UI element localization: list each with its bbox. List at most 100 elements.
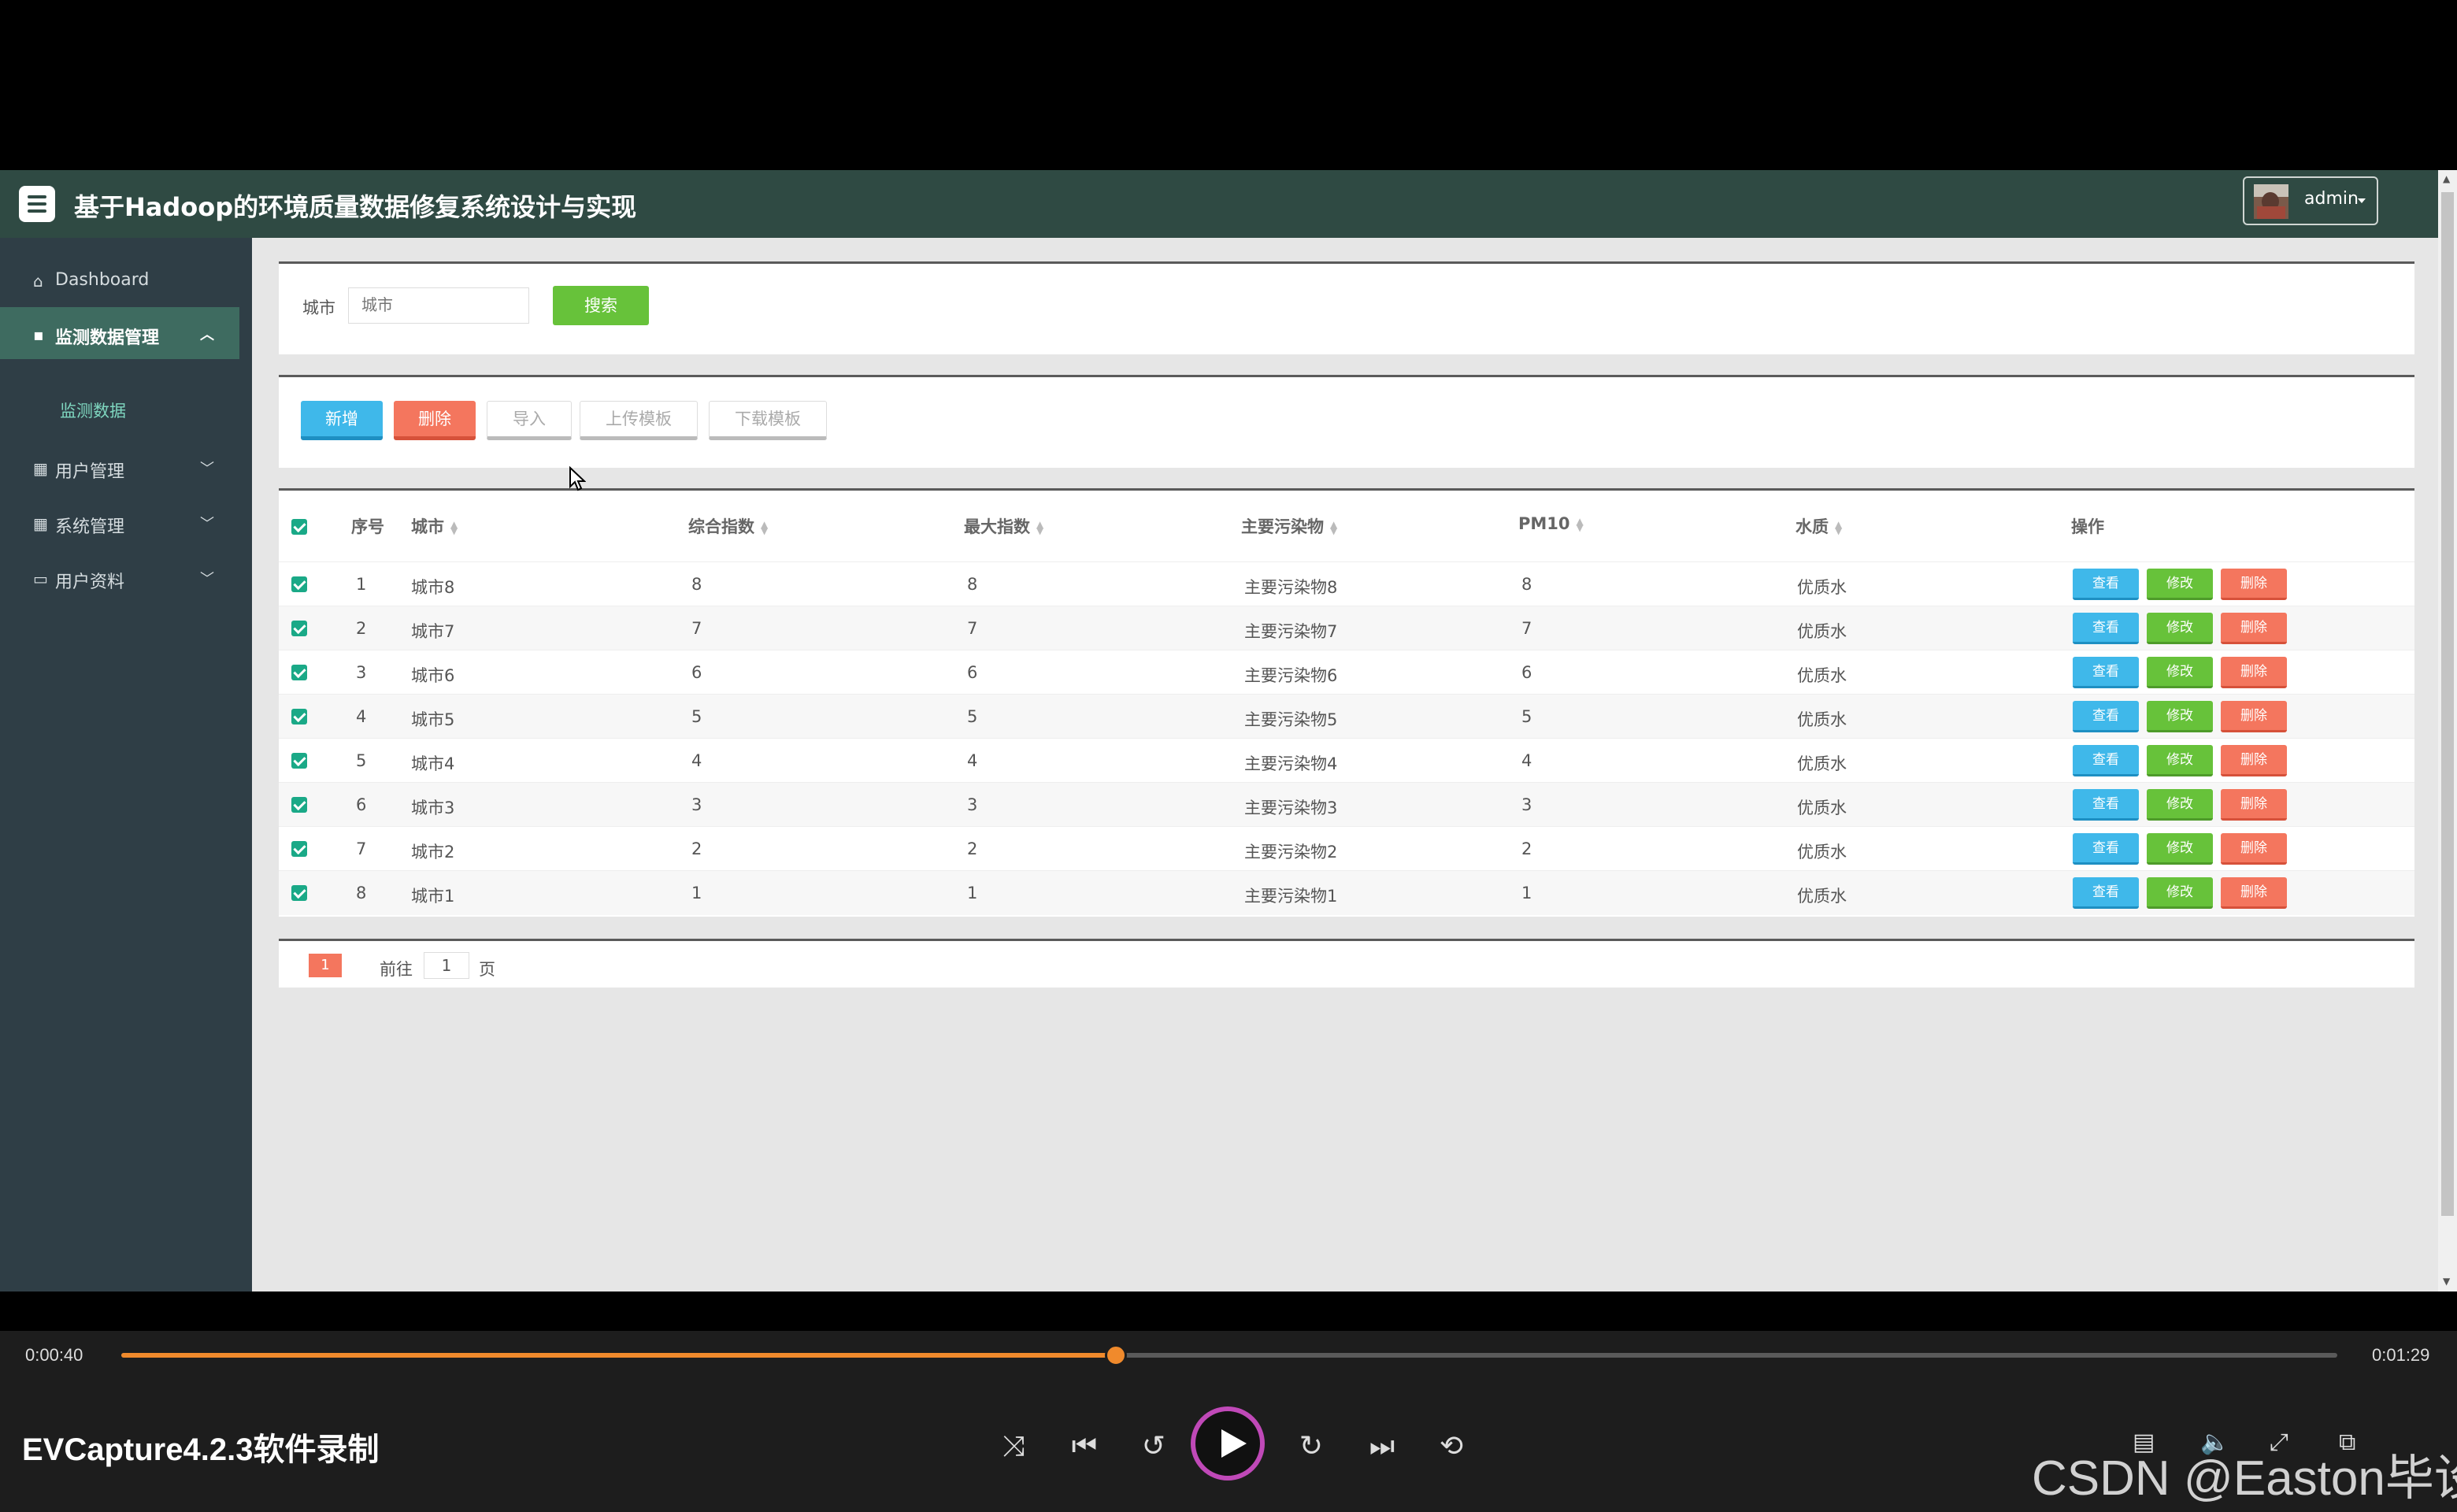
row-edit-button[interactable]: 修改 bbox=[2147, 877, 2213, 909]
cell-pollutant: 主要污染物8 bbox=[1244, 578, 1338, 597]
scroll-up-icon[interactable]: ▲ bbox=[2443, 173, 2450, 184]
sidebar-item-monitoring[interactable]: ▪ 监测数据管理 ︿ bbox=[0, 307, 239, 359]
sidebar-item-users[interactable]: ▦ 用户管理 ﹀ bbox=[0, 441, 239, 493]
row-view-button[interactable]: 查看 bbox=[2073, 833, 2139, 865]
cell-pm10: 3 bbox=[1521, 795, 1532, 814]
cell-city: 城市2 bbox=[411, 843, 455, 862]
sort-icon[interactable]: ▲ ▼ bbox=[450, 520, 458, 536]
sidebar-subitem-monitoring-data[interactable]: 监测数据 bbox=[60, 398, 126, 422]
row-delete-button[interactable]: 删除 bbox=[2221, 657, 2287, 688]
previous-icon[interactable]: ⏮ bbox=[1065, 1430, 1104, 1463]
cell-water: 优质水 bbox=[1797, 754, 1847, 773]
sort-icon[interactable]: ▲ ▼ bbox=[1330, 520, 1337, 536]
next-icon[interactable]: ⏭ bbox=[1362, 1430, 1402, 1463]
delete-button[interactable]: 删除 bbox=[394, 401, 476, 440]
row-edit-button[interactable]: 修改 bbox=[2147, 569, 2213, 600]
row-checkbox[interactable] bbox=[291, 841, 307, 857]
row-edit-button[interactable]: 修改 bbox=[2147, 701, 2213, 732]
row-edit-button[interactable]: 修改 bbox=[2147, 657, 2213, 688]
column-header-max[interactable]: 最大指数 ▲ ▼ bbox=[964, 514, 1043, 538]
scroll-down-icon[interactable]: ▼ bbox=[2443, 1276, 2450, 1287]
column-header-label: 城市 bbox=[411, 517, 444, 536]
column-header-pollutant[interactable]: 主要污染物 ▲ ▼ bbox=[1241, 514, 1337, 538]
row-edit-button[interactable]: 修改 bbox=[2147, 613, 2213, 644]
play-button[interactable] bbox=[1191, 1406, 1265, 1480]
cell-max: 7 bbox=[967, 619, 978, 638]
app-title: 基于Hadoop的环境质量数据修复系统设计与实现 bbox=[74, 192, 637, 222]
column-header-composite[interactable]: 综合指数 ▲ ▼ bbox=[688, 514, 768, 538]
row-edit-button[interactable]: 修改 bbox=[2147, 745, 2213, 776]
page-button-current[interactable]: 1 bbox=[309, 954, 342, 977]
row-delete-button[interactable]: 删除 bbox=[2221, 789, 2287, 821]
sidebar-item-profile[interactable]: ▭ 用户资料 ﹀ bbox=[0, 551, 239, 603]
row-view-button[interactable]: 查看 bbox=[2073, 569, 2139, 600]
sidebar-item-dashboard[interactable]: ⌂ Dashboard bbox=[0, 254, 239, 306]
seek-bar-handle[interactable] bbox=[1105, 1344, 1128, 1366]
row-delete-button[interactable]: 删除 bbox=[2221, 701, 2287, 732]
row-checkbox[interactable] bbox=[291, 709, 307, 724]
cell-pollutant: 主要污染物6 bbox=[1244, 666, 1338, 685]
sort-icon[interactable]: ▲ ▼ bbox=[761, 520, 768, 536]
goto-label: 前往 bbox=[380, 960, 413, 979]
cell-composite: 5 bbox=[691, 707, 702, 726]
chevron-up-icon: ︿ bbox=[200, 327, 214, 343]
mouse-cursor-icon bbox=[569, 466, 586, 491]
row-view-button[interactable]: 查看 bbox=[2073, 745, 2139, 776]
scrollbar-thumb[interactable] bbox=[2441, 192, 2454, 1216]
row-delete-button[interactable]: 删除 bbox=[2221, 877, 2287, 909]
forward-30-icon[interactable]: ↻ bbox=[1292, 1430, 1331, 1462]
row-checkbox[interactable] bbox=[291, 576, 307, 592]
search-button[interactable]: 搜索 bbox=[553, 286, 649, 325]
row-view-button[interactable]: 查看 bbox=[2073, 613, 2139, 644]
row-checkbox[interactable] bbox=[291, 753, 307, 769]
row-view-button[interactable]: 查看 bbox=[2073, 701, 2139, 732]
row-edit-button[interactable]: 修改 bbox=[2147, 789, 2213, 821]
user-menu-button[interactable]: admin bbox=[2243, 176, 2378, 225]
repeat-icon[interactable]: ⟲ bbox=[1432, 1430, 1471, 1462]
column-header-label: 主要污染物 bbox=[1241, 517, 1324, 536]
sort-icon[interactable]: ▲ ▼ bbox=[1577, 517, 1584, 532]
column-header-label: 综合指数 bbox=[688, 517, 754, 536]
cell-no: 3 bbox=[356, 663, 367, 682]
menu-toggle-icon[interactable] bbox=[19, 186, 55, 222]
sort-icon[interactable]: ▲ ▼ bbox=[1036, 520, 1043, 536]
row-view-button[interactable]: 查看 bbox=[2073, 877, 2139, 909]
row-checkbox[interactable] bbox=[291, 665, 307, 680]
seek-bar[interactable] bbox=[121, 1344, 2337, 1366]
row-view-button[interactable]: 查看 bbox=[2073, 657, 2139, 688]
import-button[interactable]: 导入 bbox=[487, 401, 572, 440]
row-edit-button[interactable]: 修改 bbox=[2147, 833, 2213, 865]
row-checkbox[interactable] bbox=[291, 621, 307, 636]
row-delete-button[interactable]: 删除 bbox=[2221, 833, 2287, 865]
cell-pm10: 6 bbox=[1521, 663, 1532, 682]
row-checkbox[interactable] bbox=[291, 885, 307, 901]
column-header-city[interactable]: 城市 ▲ ▼ bbox=[411, 514, 458, 538]
sidebar-item-label: 用户资料 bbox=[55, 573, 125, 592]
column-header-pm10[interactable]: PM10 ▲ ▼ bbox=[1518, 514, 1584, 533]
rewind-10-icon[interactable]: ↺ bbox=[1134, 1430, 1173, 1462]
select-all-checkbox[interactable] bbox=[291, 519, 307, 535]
vertical-scrollbar[interactable]: ▲ ▼ bbox=[2438, 170, 2457, 1292]
city-search-input[interactable] bbox=[348, 287, 529, 324]
shuffle-icon[interactable]: ⤨ bbox=[994, 1430, 1033, 1463]
sort-icon[interactable]: ▲ ▼ bbox=[1835, 520, 1842, 536]
table-row: 4 城市5 5 5 主要污染物5 5 优质水 查看 修改 删除 bbox=[279, 694, 2414, 739]
toolbar-panel: 新增 删除 导入 上传模板 下载模板 bbox=[279, 375, 2414, 468]
download-template-button[interactable]: 下载模板 bbox=[709, 401, 827, 440]
sidebar-item-system[interactable]: ▦ 系统管理 ﹀ bbox=[0, 496, 239, 548]
add-button[interactable]: 新增 bbox=[301, 401, 383, 440]
cell-pollutant: 主要污染物1 bbox=[1244, 887, 1338, 906]
row-view-button[interactable]: 查看 bbox=[2073, 789, 2139, 821]
goto-page-input[interactable]: 1 bbox=[424, 952, 469, 979]
cell-water: 优质水 bbox=[1797, 710, 1847, 729]
column-header-water[interactable]: 水质 ▲ ▼ bbox=[1796, 514, 1842, 538]
row-checkbox[interactable] bbox=[291, 797, 307, 813]
cell-water: 优质水 bbox=[1797, 799, 1847, 817]
cell-pollutant: 主要污染物4 bbox=[1244, 754, 1338, 773]
row-delete-button[interactable]: 删除 bbox=[2221, 613, 2287, 644]
row-delete-button[interactable]: 删除 bbox=[2221, 569, 2287, 600]
row-delete-button[interactable]: 删除 bbox=[2221, 745, 2287, 776]
upload-template-button[interactable]: 上传模板 bbox=[580, 401, 698, 440]
cell-water: 优质水 bbox=[1797, 578, 1847, 597]
recorder-brand: EVCapture4.2.3软件录制 bbox=[22, 1432, 380, 1467]
